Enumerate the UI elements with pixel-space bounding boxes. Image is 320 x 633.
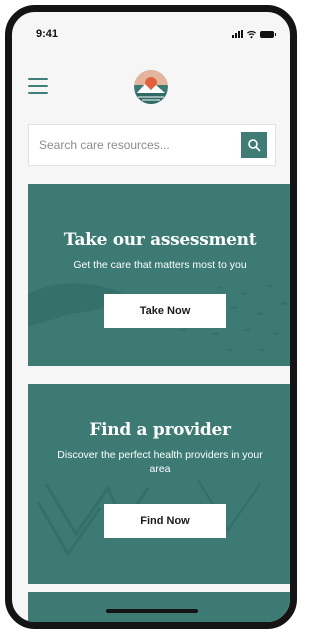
provider-title: Find a provider bbox=[89, 420, 231, 440]
chevron-decoration bbox=[36, 479, 261, 557]
find-now-button[interactable]: Find Now bbox=[104, 504, 226, 538]
provider-card: Find a provider Discover the perfect hea… bbox=[28, 384, 290, 584]
top-navbar bbox=[12, 56, 290, 118]
provider-subtitle: Discover the perfect health providers in… bbox=[57, 449, 263, 475]
search-bar bbox=[28, 124, 276, 166]
wifi-icon bbox=[247, 30, 256, 38]
hamburger-menu-icon[interactable] bbox=[28, 78, 48, 94]
status-bar: 9:41 bbox=[12, 12, 290, 56]
search-input[interactable] bbox=[29, 125, 241, 165]
search-button[interactable] bbox=[241, 132, 267, 158]
battery-icon bbox=[260, 30, 276, 38]
signal-icon bbox=[232, 30, 243, 38]
take-now-button[interactable]: Take Now bbox=[104, 294, 226, 328]
assessment-title: Take our assessment bbox=[63, 230, 257, 250]
hand-dots-decoration bbox=[28, 283, 287, 351]
status-icons bbox=[232, 30, 276, 39]
search-icon bbox=[248, 139, 261, 152]
phone-frame: 9:41 Search care resources... Take our a… bbox=[5, 5, 297, 629]
assessment-subtitle: Get the care that matters most to you bbox=[73, 259, 247, 271]
sunset-mountain-logo-icon[interactable] bbox=[134, 70, 168, 104]
assessment-card: Take our assessment Get the care that ma… bbox=[28, 184, 290, 366]
home-indicator bbox=[106, 609, 198, 613]
status-time: 9:41 bbox=[36, 28, 59, 40]
